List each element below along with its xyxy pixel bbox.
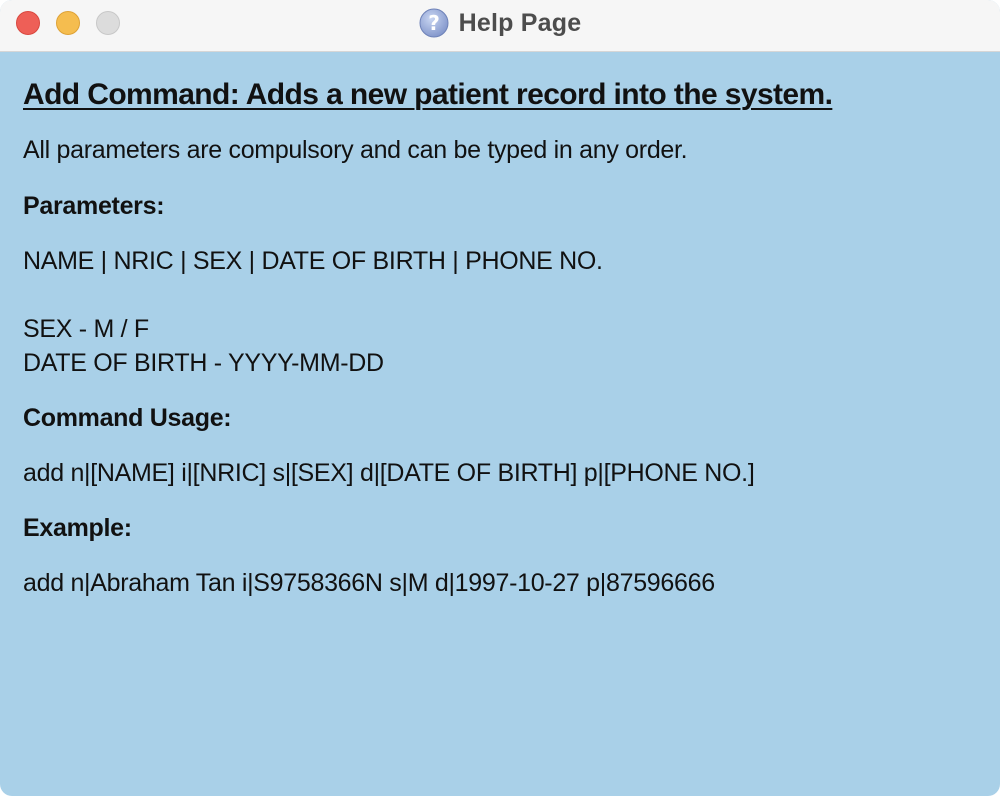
usage-label: Command Usage: [23,404,232,432]
window-title-group: ? Help Page [0,0,1000,46]
svg-text:?: ? [428,11,440,35]
parameters-label: Parameters: [23,192,165,220]
title-bar[interactable]: ? Help Page [0,0,1000,52]
help-intro: All parameters are compulsory and can be… [23,136,688,164]
parameters-text: NAME | NRIC | SEX | DATE OF BIRTH | PHON… [23,247,603,275]
help-question-icon: ? [419,8,449,38]
usage-text: add n|[NAME] i|[NRIC] s|[SEX] d|[DATE OF… [23,459,755,487]
example-label: Example: [23,514,132,542]
help-heading: Add Command: Adds a new patient record i… [23,78,833,111]
help-window: ? Help Page Add Command: Adds a new pati… [0,0,1000,796]
example-text: add n|Abraham Tan i|S9758366N s|M d|1997… [23,569,715,597]
window-title: Help Page [458,8,582,37]
dob-format-text: DATE OF BIRTH - YYYY-MM-DD [23,349,384,377]
sex-format-text: SEX - M / F [23,315,149,343]
